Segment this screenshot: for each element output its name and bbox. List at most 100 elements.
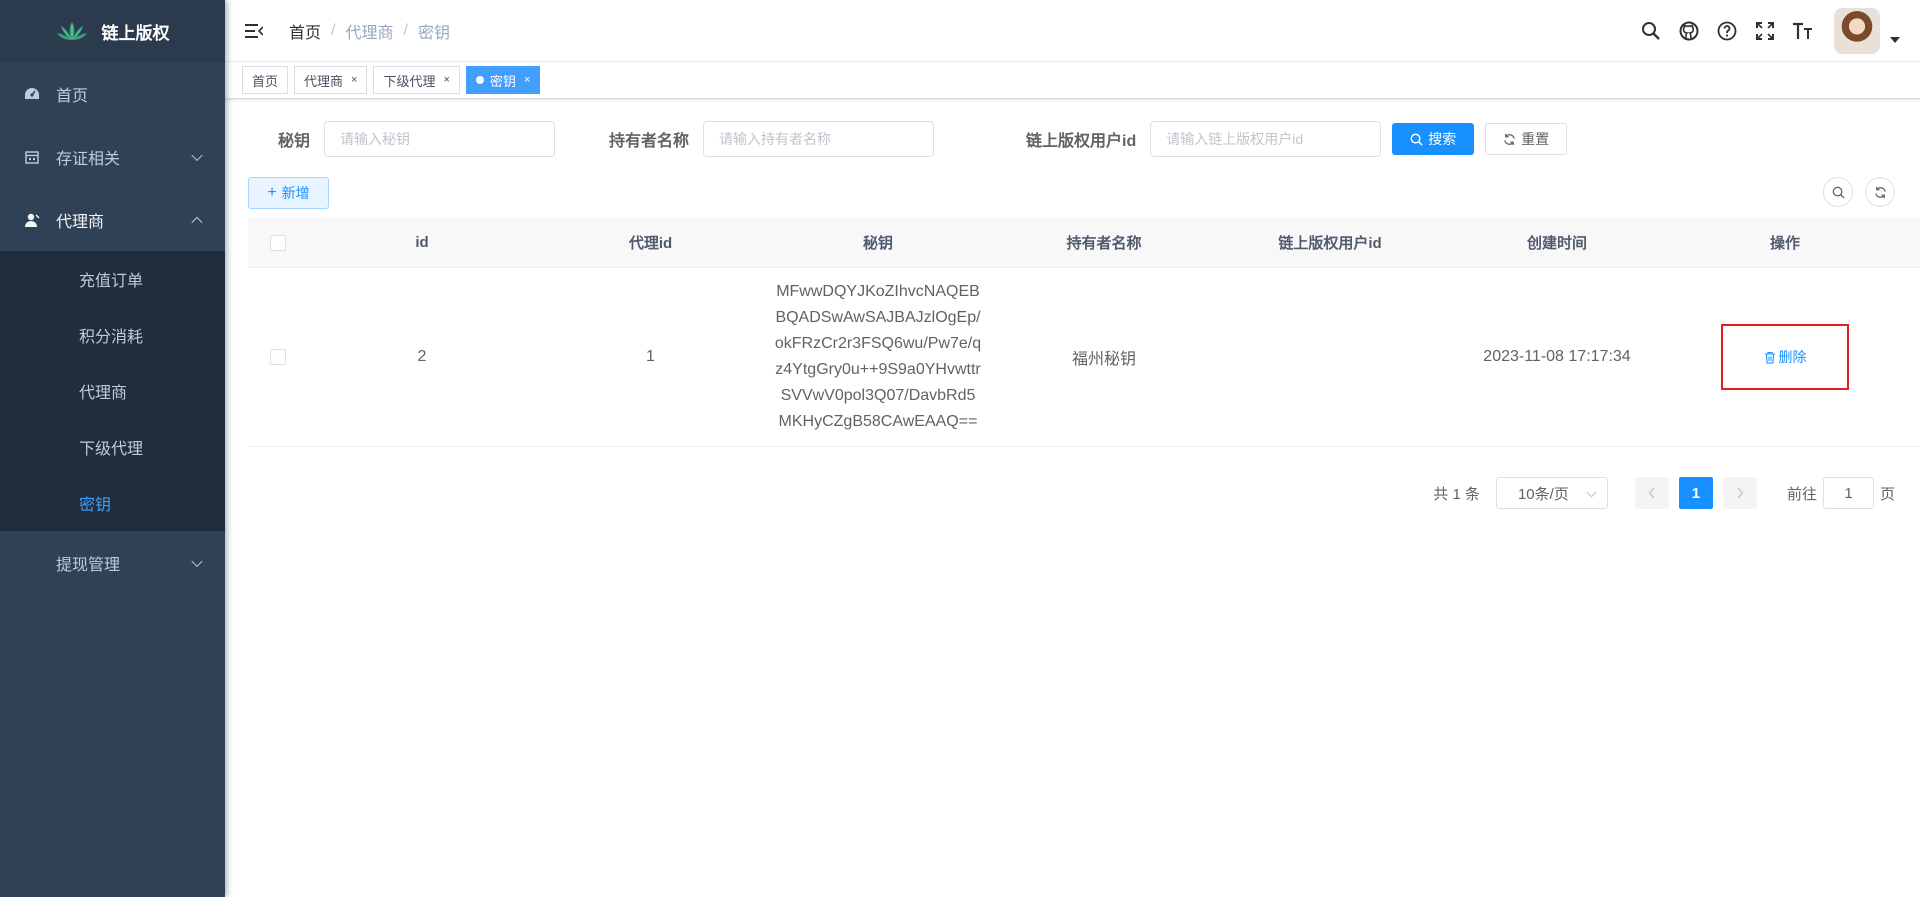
row-checkbox[interactable] (270, 349, 286, 365)
hamburger-menu-icon[interactable] (245, 22, 263, 40)
key-input[interactable]: 请输入秘钥 (324, 121, 556, 157)
search-icon (1410, 133, 1423, 146)
sidebar-item-sub-agents[interactable]: 下级代理 (0, 419, 225, 475)
goto-prefix: 前往 (1786, 485, 1817, 503)
sidebar-item-points-consumption[interactable]: 积分消耗 (0, 307, 225, 363)
column-header-created-at: 创建时间 (1526, 235, 1587, 252)
goto-page-input[interactable]: 1 (1822, 477, 1874, 509)
refresh-icon (1504, 133, 1516, 145)
help-icon[interactable] (1716, 20, 1738, 42)
holder-input[interactable]: 请输入持有者名称 (703, 121, 935, 157)
row-select-cell (248, 349, 308, 365)
prev-page-button[interactable] (1634, 477, 1669, 509)
tag-keys[interactable]: 密钥 × (465, 66, 541, 94)
fullscreen-icon[interactable] (1754, 20, 1776, 42)
userid-label: 链上版权用户id (1026, 133, 1137, 150)
trash-icon (1764, 351, 1775, 364)
reset-button[interactable]: 重置 (1485, 123, 1568, 155)
logo[interactable]: 链上版权 (0, 0, 225, 62)
sidebar-item-agent[interactable]: 代理商 (0, 188, 225, 251)
cell-agent-id: 1 (646, 348, 655, 365)
sidebar-item-label: 密钥 (79, 497, 112, 514)
github-icon[interactable] (1678, 20, 1700, 42)
userid-input[interactable]: 请输入链上版权用户id (1150, 121, 1382, 157)
chevron-left-icon (1648, 487, 1655, 499)
page-button-1[interactable]: 1 (1678, 477, 1713, 509)
sidebar-item-label: 首页 (56, 87, 89, 105)
search-icon[interactable] (1640, 20, 1662, 42)
sidebar-item-label: 充值订单 (79, 273, 144, 290)
column-header-holder-name: 持有者名称 (1066, 235, 1142, 252)
sidebar-item-label: 存证相关 (56, 150, 121, 168)
sidebar: 链上版权 首页 存证相关 代理商 充值订单 积分消耗 代理商 下级代理 密钥 提… (0, 0, 225, 897)
dashboard-icon (24, 86, 40, 102)
table-header: id 代理id 秘钥 持有者名称 链上版权用户id 创建时间 操作 (248, 218, 1920, 268)
page-size-select[interactable]: 10条/页 (1495, 477, 1608, 509)
breadcrumb-separator: / (403, 21, 408, 39)
select-all-checkbox[interactable] (270, 234, 286, 251)
breadcrumb-home[interactable]: 首页 (289, 19, 321, 43)
sidebar-item-recharge-orders[interactable]: 充值订单 (0, 251, 225, 307)
submenu-agent: 充值订单 积分消耗 代理商 下级代理 密钥 (0, 251, 225, 531)
page-size-value: 10条/页 (1517, 485, 1569, 503)
keys-table: id 代理id 秘钥 持有者名称 链上版权用户id 创建时间 操作 2 1 MF… (248, 218, 1920, 447)
key-line: MFwwDQYJKoZIhvcNAQEB (776, 283, 980, 300)
app-title: 链上版权 (101, 23, 170, 43)
goto-suffix: 页 (1879, 485, 1895, 503)
sidebar-item-keys[interactable]: 密钥 (0, 475, 225, 531)
sidebar-item-home[interactable]: 首页 (0, 62, 225, 125)
key-line: okFRzCr2r3FSQ6wu/Pw7e/q (774, 335, 982, 352)
breadcrumb-keys: 密钥 (417, 24, 450, 42)
close-icon[interactable]: × (524, 74, 530, 86)
tag-label: 下级代理 (383, 73, 436, 89)
holder-label: 持有者名称 (609, 133, 690, 150)
caret-down-icon[interactable] (1890, 37, 1900, 43)
sidebar-item-evidence[interactable]: 存证相关 (0, 125, 225, 188)
search-form: 秘钥 请输入秘钥 持有者名称 请输入持有者名称 链上版权用户id 请输入链上版权… (278, 121, 1568, 157)
font-size-icon[interactable] (1792, 20, 1814, 42)
sidebar-item-agents[interactable]: 代理商 (0, 363, 225, 419)
active-dot-icon (475, 76, 484, 84)
sidebar-item-label: 积分消耗 (79, 329, 144, 346)
toggle-search-button[interactable] (1823, 177, 1853, 207)
column-header-key: 秘钥 (862, 235, 893, 252)
search-icon (1832, 186, 1845, 199)
tags-view: 首页 代理商 × 下级代理 × 密钥 × (225, 62, 1920, 99)
key-line: SVVwV0pol3Q07/DavbRd5 (780, 387, 976, 404)
sidebar-item-label: 代理商 (79, 385, 128, 402)
tag-agent[interactable]: 代理商 × (294, 66, 368, 94)
breadcrumb-separator: / (331, 21, 336, 39)
chevron-down-icon (191, 149, 203, 161)
close-icon[interactable]: × (351, 74, 357, 86)
cell-holder-name: 福州秘钥 (1071, 351, 1136, 368)
column-header-user-id: 链上版权用户id (1278, 235, 1382, 252)
chevron-down-icon (191, 555, 203, 567)
lotus-logo-icon (56, 22, 87, 40)
add-button[interactable]: + 新增 (248, 177, 329, 209)
column-header-agent-id: 代理id (628, 235, 673, 252)
search-button-label: 搜索 (1428, 131, 1457, 147)
key-label: 秘钥 (278, 133, 311, 150)
pagination-total: 共 1 条 (1433, 485, 1480, 503)
chevron-down-icon (1586, 487, 1597, 498)
sidebar-item-label: 提现管理 (56, 556, 121, 574)
userid-placeholder: 请输入链上版权用户id (1166, 131, 1304, 147)
sidebar-item-withdrawal[interactable]: 提现管理 (0, 531, 225, 594)
cell-id: 2 (417, 348, 427, 365)
blank-icon (24, 555, 40, 571)
next-page-button[interactable] (1722, 477, 1757, 509)
refresh-table-button[interactable] (1865, 177, 1895, 207)
key-line: BQADSwAwSAJBAJzlOgEp/ (775, 309, 981, 326)
key-placeholder: 请输入秘钥 (340, 131, 411, 147)
delete-button[interactable]: 删除 (1721, 324, 1849, 390)
cell-actions: 删除 (1671, 324, 1899, 390)
tag-sub-agent[interactable]: 下级代理 × (373, 66, 460, 94)
refresh-icon (1874, 186, 1886, 198)
close-icon[interactable]: × (443, 74, 449, 86)
breadcrumb-agent: 代理商 (345, 24, 394, 42)
tag-label: 代理商 (304, 73, 344, 89)
navbar-right (1624, 0, 1900, 62)
tag-home[interactable]: 首页 (242, 66, 289, 94)
avatar[interactable] (1834, 8, 1880, 54)
search-button[interactable]: 搜索 (1392, 123, 1475, 155)
